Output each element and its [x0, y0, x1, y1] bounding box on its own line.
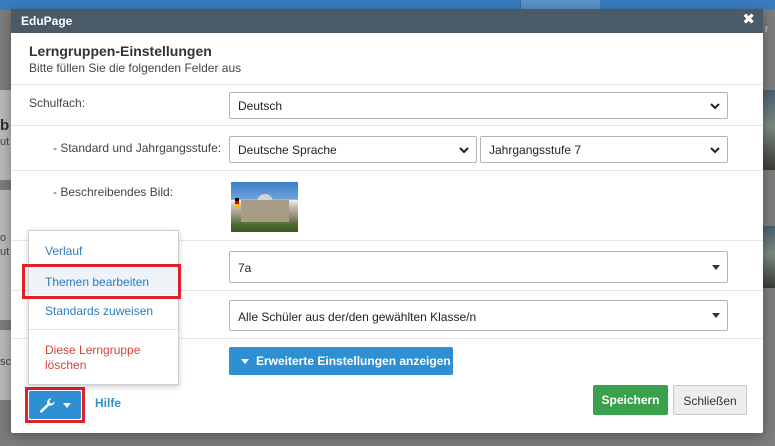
delete-label-line1: Diese Lerngruppe — [45, 343, 141, 357]
grade-select[interactable]: Jahrgangsstufe 7 — [480, 136, 728, 163]
caret-down-icon — [712, 313, 720, 318]
standard-label: - Standard und Jahrgangsstufe: — [53, 141, 222, 155]
tools-dropdown-menu: Verlauf Themen bearbeiten Standards zuwe… — [28, 230, 179, 385]
menu-item-delete-group[interactable]: Diese Lerngruppe löschen — [29, 343, 178, 373]
close-button[interactable]: Schließen — [673, 385, 747, 415]
app-title: EduPage — [21, 14, 73, 28]
grade-value: Jahrgangsstufe 7 — [489, 143, 582, 157]
subject-select[interactable]: Deutsch — [229, 92, 728, 119]
students-select[interactable]: Alle Schüler aus der/den gewählten Klass… — [229, 300, 728, 331]
menu-divider — [29, 329, 178, 330]
advanced-settings-button[interactable]: Erweiterte Einstellungen anzeigen — [229, 347, 453, 375]
background-text: ut — [0, 246, 10, 258]
dialog-title: Lerngruppen-Einstellungen — [29, 43, 212, 59]
tools-highlight-box — [25, 387, 85, 423]
background-text: b — [0, 117, 10, 134]
background-text: sc — [0, 356, 11, 368]
delete-label-line2: löschen — [45, 358, 87, 372]
close-icon[interactable]: ✖ — [742, 12, 755, 28]
standard-value: Deutsche Sprache — [238, 143, 337, 157]
advanced-settings-label: Erweiterte Einstellungen anzeigen — [256, 354, 451, 368]
subject-row: Schulfach: Deutsch — [11, 86, 763, 126]
background-photo — [763, 226, 775, 288]
class-value: 7a — [238, 261, 252, 275]
caret-down-icon — [712, 265, 720, 270]
subject-label: Schulfach: — [29, 96, 86, 110]
background-photo — [763, 90, 775, 170]
class-select[interactable]: 7a — [229, 251, 728, 283]
menu-item-standards-zuweisen[interactable]: Standards zuweisen — [29, 304, 178, 318]
subject-value: Deutsch — [238, 99, 283, 113]
standard-row: - Standard und Jahrgangsstufe: Deutsche … — [11, 126, 763, 171]
image-label: - Beschreibendes Bild: — [53, 185, 174, 199]
thumbnail-building — [241, 200, 289, 222]
standard-select[interactable]: Deutsche Sprache — [229, 136, 477, 163]
flag-icon — [235, 198, 239, 207]
background-text: ut — [0, 136, 10, 148]
students-value: Alle Schüler aus der/den gewählten Klass… — [238, 310, 477, 324]
dialog-subtitle: Bitte füllen Sie die folgenden Felder au… — [29, 61, 242, 75]
background-text: r — [765, 24, 769, 35]
menu-highlight-box — [22, 264, 181, 299]
menu-item-verlauf[interactable]: Verlauf — [29, 244, 178, 258]
chevron-down-icon — [710, 147, 720, 154]
chevron-down-icon — [710, 103, 720, 110]
dialog-header: Lerngruppen-Einstellungen Bitte füllen S… — [11, 33, 763, 85]
chevron-down-icon — [459, 147, 469, 154]
caret-down-icon — [241, 359, 249, 364]
dialog-titlebar: EduPage ✖ — [11, 9, 763, 33]
help-link[interactable]: Hilfe — [95, 396, 121, 410]
save-button[interactable]: Speichern — [593, 385, 668, 415]
reichstag-thumbnail[interactable] — [231, 182, 298, 232]
background-text: o — [0, 232, 7, 244]
